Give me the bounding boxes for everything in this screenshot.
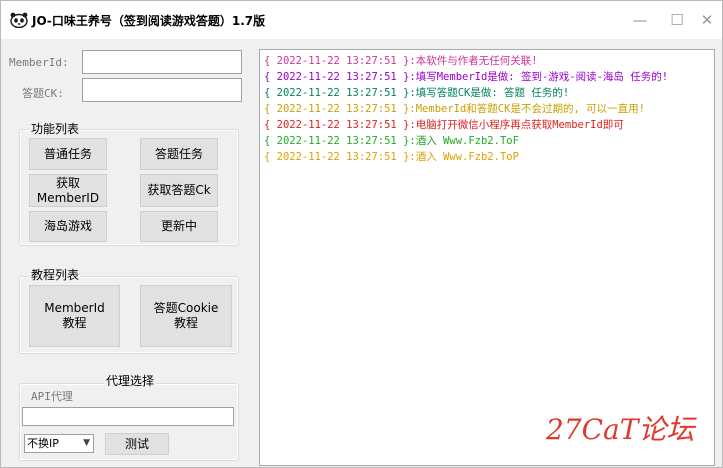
- log-line: { 2022-11-22 13:27:51 }:电脑打开微信小程序再点获取Mem…: [264, 117, 714, 133]
- log-line: { 2022-11-22 13:27:51 }:本软件与作者无任何关联!: [264, 53, 714, 69]
- functions-title: 功能列表: [29, 120, 82, 137]
- log-output[interactable]: { 2022-11-22 13:27:51 }:本软件与作者无任何关联! { 2…: [259, 49, 715, 466]
- watermark: 27CaT论坛: [546, 413, 695, 446]
- member-id-input[interactable]: [82, 50, 242, 74]
- proxy-title: 代理选择: [104, 372, 157, 389]
- tutorials-title: 教程列表: [29, 266, 82, 283]
- api-proxy-label: API代理: [31, 390, 73, 403]
- memberid-tutorial-button[interactable]: MemberId 教程: [29, 285, 120, 347]
- maximize-button[interactable]: ☐: [663, 7, 691, 33]
- panda-icon: [10, 12, 28, 28]
- log-message: :填写MemberId是做: 签到-游戏-阅读-海岛 任务的!: [409, 71, 669, 83]
- log-time: { 2022-11-22 13:27:51 }: [264, 55, 410, 67]
- log-time: { 2022-11-22 13:27:51 }: [264, 71, 410, 83]
- log-time: { 2022-11-22 13:27:51 }: [264, 135, 410, 147]
- island-game-button[interactable]: 海岛游戏: [29, 211, 107, 242]
- ck-label: 答题CK:: [22, 87, 64, 100]
- quiz-task-button[interactable]: 答题任务: [140, 138, 218, 170]
- title-bar[interactable]: JO-口味王养号（签到阅读游戏答题）1.7版 — ☐ ✕: [1, 1, 722, 39]
- member-id-label: MemberId:: [9, 56, 69, 69]
- log-message: :MemberId和答题CK是不会过期的, 可以一直用!: [409, 103, 645, 115]
- window-title: JO-口味王养号（签到阅读游戏答题）1.7版: [32, 14, 266, 28]
- log-line: { 2022-11-22 13:27:51 }:MemberId和答题CK是不会…: [264, 101, 714, 117]
- chevron-down-icon: ▼: [83, 438, 90, 448]
- ip-mode-value: 不换IP: [27, 437, 59, 450]
- log-message: :酒入 Www.Fzb2.ToF: [409, 135, 519, 147]
- log-message: :本软件与作者无任何关联!: [409, 55, 538, 67]
- normal-task-button[interactable]: 普通任务: [29, 138, 107, 170]
- app-window: JO-口味王养号（签到阅读游戏答题）1.7版 — ☐ ✕ MemberId: 答…: [0, 0, 723, 468]
- log-time: { 2022-11-22 13:27:51 }: [264, 151, 410, 163]
- get-quiz-ck-button[interactable]: 获取答题Ck: [140, 174, 218, 207]
- log-message: :电脑打开微信小程序再点获取MemberId即可: [409, 119, 624, 131]
- updating-button[interactable]: 更新中: [140, 211, 218, 242]
- log-time: { 2022-11-22 13:27:51 }: [264, 87, 410, 99]
- ck-input[interactable]: [82, 78, 242, 102]
- log-time: { 2022-11-22 13:27:51 }: [264, 103, 410, 115]
- close-button[interactable]: ✕: [693, 7, 721, 33]
- log-line: { 2022-11-22 13:27:51 }:填写答题CK是做: 答题 任务的…: [264, 85, 714, 101]
- api-proxy-input[interactable]: [22, 407, 234, 426]
- log-line: { 2022-11-22 13:27:51 }:填写MemberId是做: 签到…: [264, 69, 714, 85]
- log-message: :酒入 Www.Fzb2.ToP: [409, 151, 519, 163]
- cookie-tutorial-button[interactable]: 答题Cookie 教程: [140, 285, 232, 347]
- ip-mode-select[interactable]: 不换IP ▼: [24, 434, 94, 453]
- log-line: { 2022-11-22 13:27:51 }:酒入 Www.Fzb2.ToF: [264, 133, 714, 149]
- minimize-button[interactable]: —: [626, 7, 654, 33]
- log-message: :填写答题CK是做: 答题 任务的!: [409, 87, 570, 99]
- log-line: { 2022-11-22 13:27:51 }:酒入 Www.Fzb2.ToP: [264, 149, 714, 165]
- get-memberid-button[interactable]: 获取 MemberID: [29, 174, 107, 207]
- test-button[interactable]: 测试: [105, 433, 169, 455]
- log-time: { 2022-11-22 13:27:51 }: [264, 119, 410, 131]
